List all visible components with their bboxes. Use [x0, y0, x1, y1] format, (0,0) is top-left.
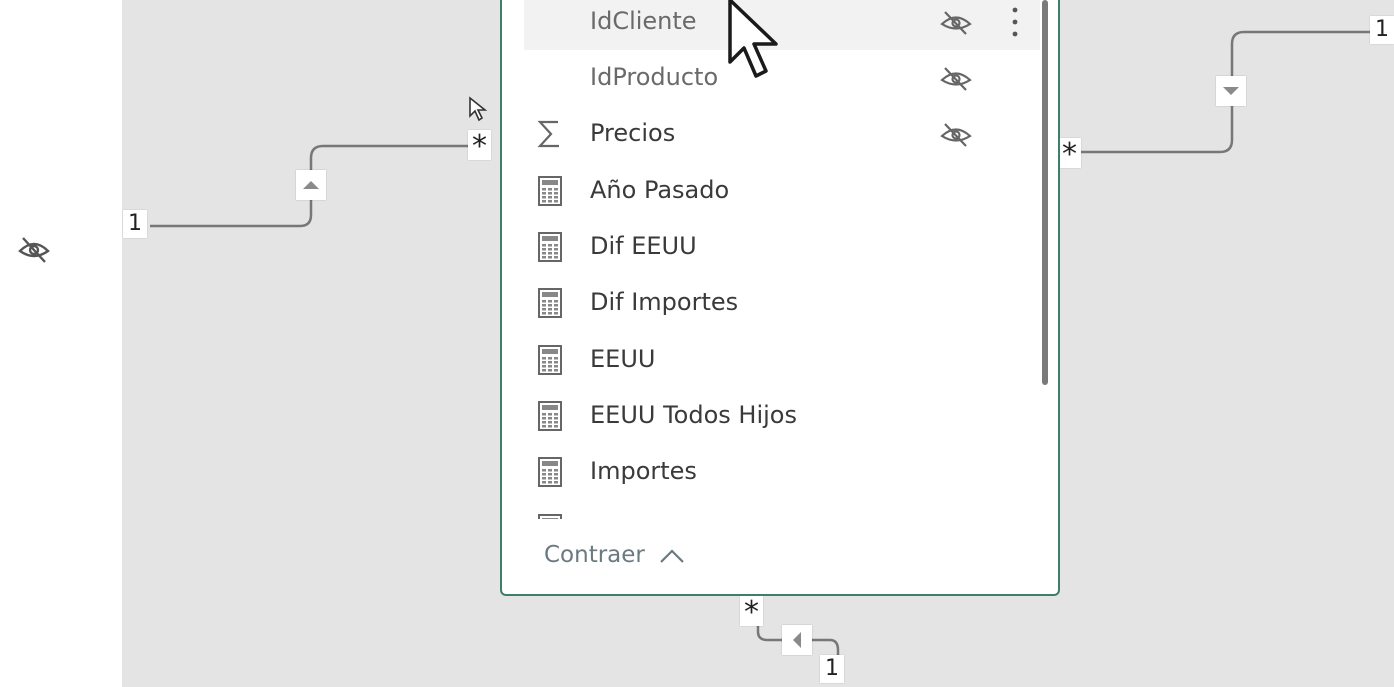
- field-row[interactable]: EEUU Todos Hijos: [524, 388, 1040, 444]
- field-name: Precios: [590, 119, 676, 147]
- arrow-left-icon: [793, 632, 801, 648]
- field-row-partial: [524, 501, 1040, 519]
- calculator-icon: [538, 176, 562, 206]
- field-row[interactable]: Dif EEUU: [524, 219, 1040, 275]
- relationship-many-label-left: *: [468, 130, 491, 162]
- field-name: Dif Importes: [590, 288, 739, 316]
- field-name: Año Pasado: [590, 176, 730, 204]
- cross-filter-direction-bottom[interactable]: [782, 625, 812, 655]
- calculator-icon: [538, 401, 562, 431]
- vertical-ellipsis-icon[interactable]: [1010, 4, 1020, 40]
- eye-slash-icon[interactable]: [938, 118, 974, 150]
- field-name: EEUU: [590, 345, 656, 373]
- field-row[interactable]: Precios: [524, 106, 1040, 162]
- cross-filter-direction-left[interactable]: [296, 170, 326, 200]
- table-card[interactable]: IdCliente IdProducto Precios Año Pasado Dif …: [500, 0, 1060, 596]
- field-name: Dif EEUU: [590, 232, 697, 260]
- collapse-button[interactable]: Contraer: [544, 542, 686, 568]
- arrow-up-icon: [303, 181, 319, 189]
- field-row[interactable]: Importes: [524, 444, 1040, 500]
- field-row[interactable]: Dif Importes: [524, 275, 1040, 331]
- sigma-icon: [537, 120, 559, 148]
- mouse-pointer-icon: [469, 96, 488, 122]
- calculator-icon: [538, 345, 562, 375]
- mouse-pointer-icon: [728, 0, 778, 78]
- arrow-down-icon: [1223, 87, 1239, 95]
- eye-slash-icon[interactable]: [938, 62, 974, 94]
- relationship-one-label-right: 1: [1370, 16, 1394, 44]
- field-name: IdProducto: [590, 63, 719, 91]
- calculator-icon: [538, 232, 562, 262]
- field-name: IdCliente: [590, 7, 697, 35]
- relationship-many-label-right: *: [1058, 138, 1081, 170]
- calculator-icon: [538, 457, 562, 487]
- relationship-one-label-bottom: 1: [820, 655, 844, 683]
- eye-slash-icon[interactable]: [14, 231, 54, 267]
- eye-slash-icon[interactable]: [938, 6, 974, 38]
- field-name: Importes: [590, 457, 697, 485]
- left-panel: [0, 0, 122, 687]
- field-name: EEUU Todos Hijos: [590, 401, 797, 429]
- cross-filter-direction-right[interactable]: [1216, 76, 1246, 106]
- calculator-icon: [538, 514, 562, 519]
- chevron-up-icon: [660, 548, 684, 563]
- relationship-many-label-bottom: *: [740, 596, 763, 628]
- field-row[interactable]: EEUU: [524, 332, 1040, 388]
- scrollbar[interactable]: [1042, 0, 1048, 385]
- calculator-icon: [538, 288, 562, 318]
- field-row[interactable]: Año Pasado: [524, 163, 1040, 219]
- relationship-one-label-left: 1: [123, 210, 147, 238]
- collapse-label: Contraer: [544, 542, 645, 568]
